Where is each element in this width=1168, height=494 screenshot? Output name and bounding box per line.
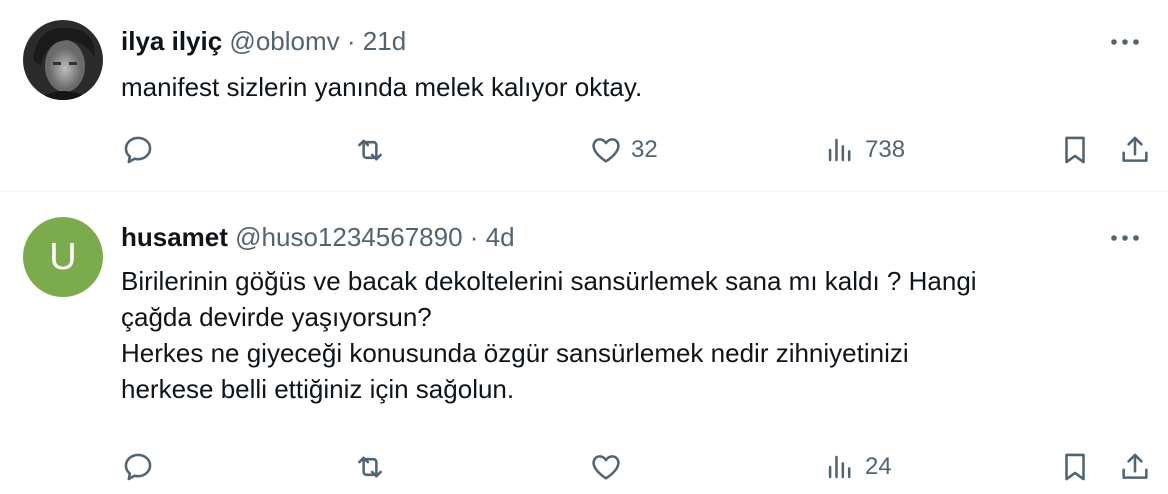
like-count: 32 [631,136,658,163]
analytics-icon [828,455,851,479]
reply-button[interactable] [121,447,163,487]
tweet-text-line: Birilerinin göğüs ve bacak dekoltelerini… [121,266,977,296]
reply-button[interactable] [121,130,163,170]
more-options-icon[interactable] [1110,32,1140,52]
separator-dot: · [346,26,356,56]
share-icon [1122,136,1148,162]
avatar[interactable]: U [23,217,103,297]
display-name[interactable]: husamet [121,222,228,252]
tweet-text-line: çağda devirde yaşıyorsun? [121,302,432,332]
user-handle[interactable]: @huso1234567890 [235,222,462,252]
more-options-icon[interactable] [1110,228,1140,248]
tweet-text-line: herkese belli ettiğiniz için sağolun. [121,374,515,404]
view-count: 738 [865,136,906,163]
tweet-text: Birilerinin göğüs ve bacak dekoltelerini… [121,263,1128,407]
timestamp[interactable]: 21d [363,26,406,56]
avatar-initial: U [49,235,77,278]
share-button[interactable] [1118,447,1152,487]
tweet-header: ilya ilyiç @oblomv · 21d [121,26,406,57]
retweet-icon [358,139,382,161]
bookmark-button[interactable] [1058,130,1092,170]
avatar[interactable] [23,20,103,100]
bookmark-icon [1065,136,1085,164]
views-button[interactable]: 24 [823,447,892,487]
reply-icon [124,453,152,481]
tweet-actions: 32 738 [121,130,1157,170]
tweet-actions: 24 [121,447,1157,487]
share-icon [1122,453,1148,479]
heart-icon [592,455,620,480]
tweet-text-line: Herkes ne giyeceği konusunda özgür sansü… [121,338,909,368]
views-button[interactable]: 738 [823,130,905,170]
tweet-header: husamet @huso1234567890 · 4d [121,222,515,253]
retweet-button[interactable] [353,130,395,170]
like-button[interactable]: 32 [589,130,658,170]
reply-icon [124,136,152,164]
separator-dot: · [469,222,479,252]
timestamp[interactable]: 4d [486,222,515,252]
share-button[interactable] [1118,130,1152,170]
heart-icon [592,138,620,163]
display-name[interactable]: ilya ilyiç [121,26,222,56]
tweet-text-line: manifest sizlerin yanında melek kalıyor … [121,72,643,102]
retweet-icon [358,456,382,478]
view-count: 24 [865,453,892,480]
tweet-text: manifest sizlerin yanında melek kalıyor … [121,69,1128,105]
like-button[interactable] [589,447,631,487]
analytics-icon [828,138,851,162]
bookmark-icon [1065,453,1085,481]
retweet-button[interactable] [353,447,395,487]
tweet[interactable]: U husamet @huso1234567890 · 4d Birilerin… [0,192,1168,493]
user-handle[interactable]: @oblomv [229,26,339,56]
tweet[interactable]: ilya ilyiç @oblomv · 21d manifest sizler… [0,0,1168,192]
bookmark-button[interactable] [1058,447,1092,487]
